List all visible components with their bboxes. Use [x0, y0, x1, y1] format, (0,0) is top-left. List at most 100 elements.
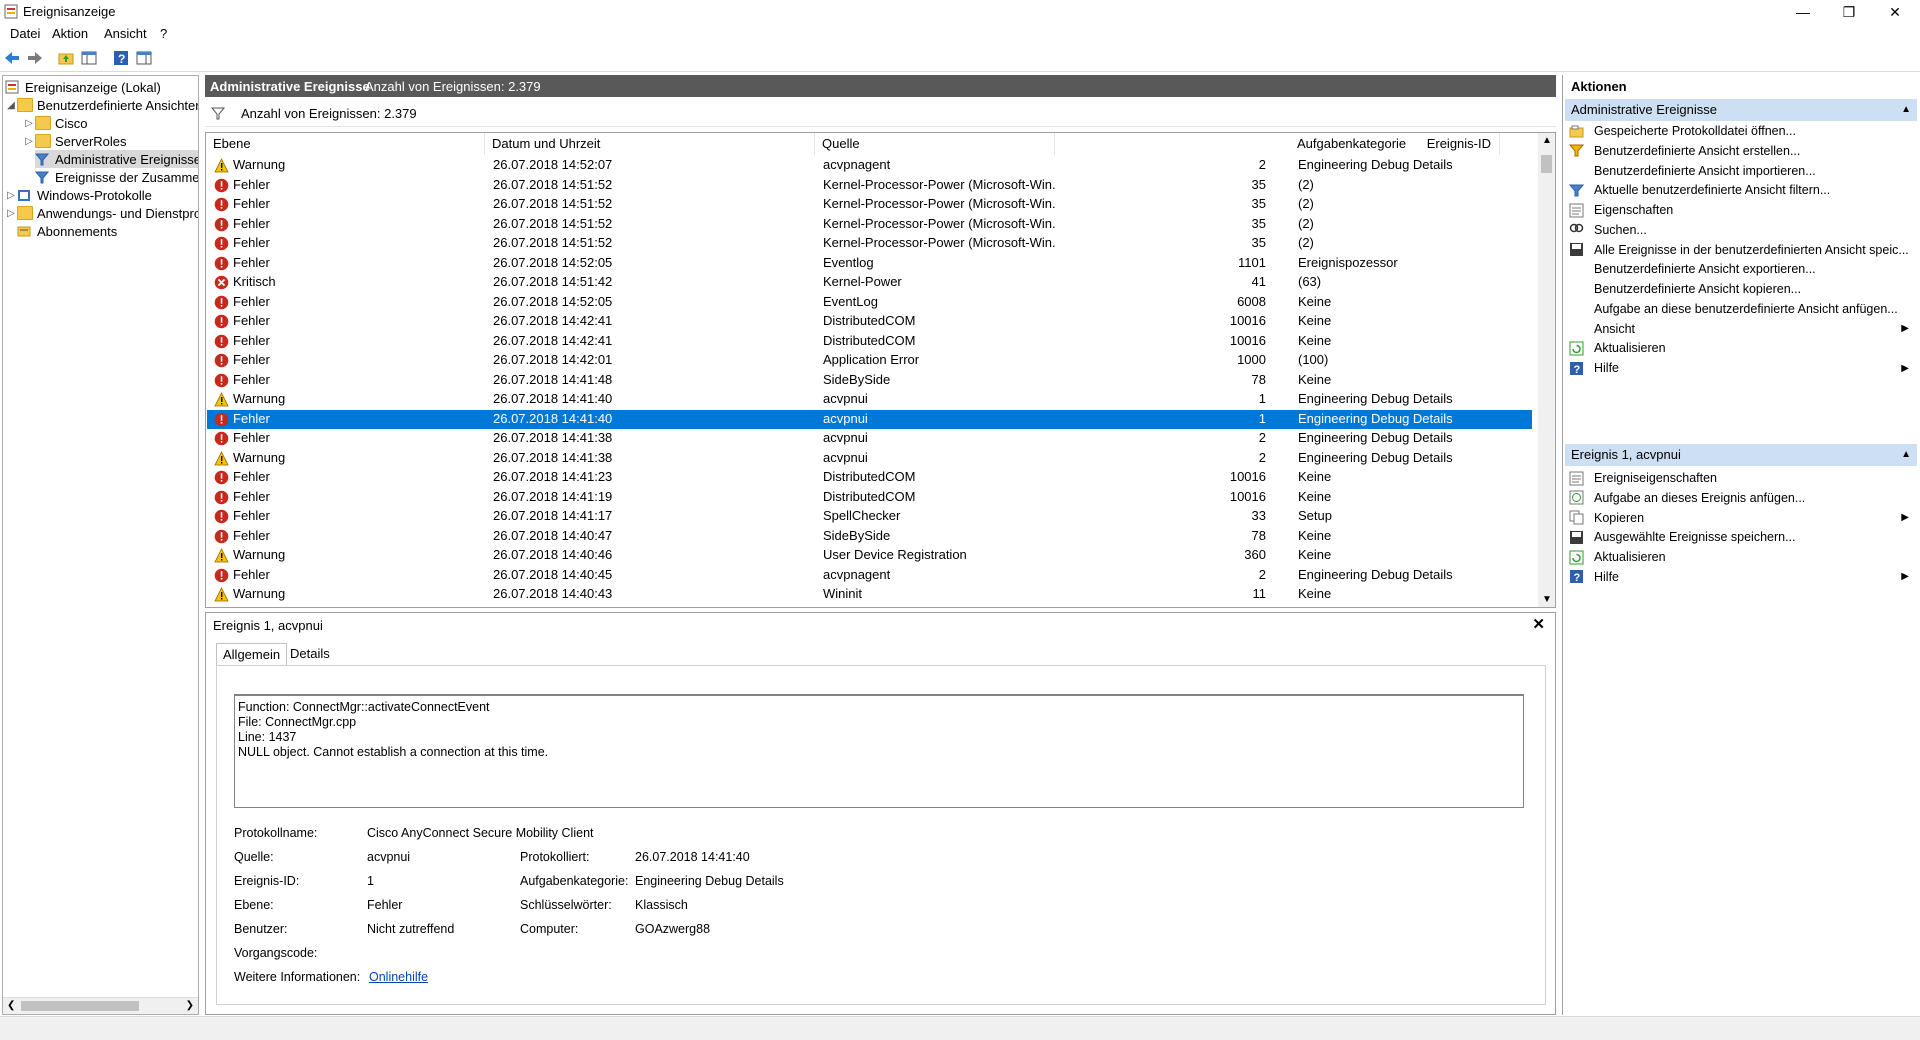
close-button[interactable]: ✕: [1872, 0, 1918, 24]
cell-level: Fehler: [233, 469, 270, 484]
online-help-link[interactable]: Onlinehilfe: [369, 970, 428, 984]
tree-summary[interactable]: Ereignisse der Zusammen: [34, 168, 198, 186]
action-kopieren[interactable]: Kopieren ▶: [1569, 508, 1915, 528]
scroll-down-icon[interactable]: ▼: [1542, 594, 1552, 605]
table-row[interactable]: Fehler 26.07.2018 14:42:41 DistributedCOM 1…: [207, 332, 1532, 351]
column-header-source[interactable]: Quelle: [815, 133, 1055, 155]
action-eigenschaften[interactable]: Eigenschaften: [1569, 200, 1915, 220]
chevron-right-icon[interactable]: ▷: [23, 118, 35, 129]
scroll-left-icon[interactable]: ❮: [7, 1000, 15, 1011]
table-row[interactable]: Warnung 26.07.2018 14:41:40 acvpnui 1 Engine…: [207, 390, 1532, 409]
table-row[interactable]: Fehler 26.07.2018 14:41:38 acvpnui 2 Enginee…: [207, 429, 1532, 448]
tree-serverroles[interactable]: ▷ ServerRoles: [23, 132, 126, 150]
back-icon[interactable]: [3, 49, 21, 67]
actions-section-event[interactable]: Ereignis 1, acvpnui ▲: [1565, 444, 1917, 466]
table-row[interactable]: Warnung 26.07.2018 14:52:07 acvpnagent 2 Eng…: [207, 156, 1532, 175]
action-aktualisieren[interactable]: Aktualisieren: [1569, 547, 1915, 567]
chevron-right-icon[interactable]: ▷: [5, 208, 17, 219]
table-row[interactable]: Fehler 26.07.2018 14:51:52 Kernel-Processo…: [207, 176, 1532, 195]
menu-datei[interactable]: Datei: [10, 26, 40, 41]
action-ansicht[interactable]: Ansicht ▶: [1569, 319, 1915, 339]
console-tree-icon[interactable]: [80, 49, 98, 67]
tab-details[interactable]: Details: [284, 643, 336, 665]
table-row[interactable]: Fehler 26.07.2018 14:40:47 SideBySide 78 Kei…: [207, 527, 1532, 546]
action-suchen[interactable]: Suchen...: [1569, 220, 1915, 240]
table-row[interactable]: Warnung 26.07.2018 14:40:46 User Device Re…: [207, 546, 1532, 565]
tree-admin-events[interactable]: Administrative Ereignisse: [34, 150, 198, 168]
table-row[interactable]: Warnung 26.07.2018 14:41:38 acvpnui 2 Engine…: [207, 449, 1532, 468]
table-row[interactable]: Fehler 26.07.2018 14:51:52 Kernel-Processo…: [207, 234, 1532, 253]
table-row[interactable]: Fehler 26.07.2018 14:41:40 acvpnui 1 Enginee…: [207, 409, 1532, 429]
column-header-category[interactable]: Aufgabenkategorie: [1290, 133, 1533, 155]
cell-category: Keine: [1298, 293, 1332, 309]
table-row[interactable]: Warnung 26.07.2018 14:40:43 Wininit 11 Keine: [207, 585, 1532, 604]
chevron-right-icon[interactable]: ▷: [23, 136, 35, 147]
cell-category: Engineering Debug Details: [1298, 566, 1453, 582]
chevron-up-icon[interactable]: ▲: [1901, 99, 1911, 121]
forward-icon[interactable]: [26, 49, 44, 67]
cell-date: 26.07.2018 14:40:46: [493, 547, 613, 562]
table-row[interactable]: Fehler 26.07.2018 14:41:48 SideBySide 78 Kei…: [207, 371, 1532, 390]
action-ereigniseigenschaften[interactable]: Ereigniseigenschaften: [1569, 468, 1915, 488]
tree-app-logs[interactable]: ▷ Anwendungs- und Dienstpro: [5, 204, 198, 222]
action-aktuelle-benutzerdefinierte-ansicht-filtern[interactable]: Aktuelle benutzerdefinierte Ansicht filt…: [1568, 180, 1915, 200]
message-line: Line: 1437: [238, 730, 297, 744]
chevron-down-icon[interactable]: ◢: [5, 100, 17, 111]
table-row[interactable]: Fehler 26.07.2018 14:51:52 Kernel-Processo…: [207, 195, 1532, 214]
scroll-right-icon[interactable]: ❯: [186, 1000, 194, 1011]
close-icon[interactable]: ✕: [1532, 615, 1545, 633]
table-row[interactable]: Fehler 26.07.2018 14:52:05 Eventlog 1101 Ere…: [207, 254, 1532, 273]
chevron-up-icon[interactable]: ▲: [1901, 444, 1911, 466]
column-header-level[interactable]: Ebene: [206, 133, 485, 155]
help-icon[interactable]: ?: [112, 49, 130, 67]
table-row[interactable]: Fehler 26.07.2018 14:42:01 Application Err…: [207, 351, 1532, 370]
table-row[interactable]: Fehler 26.07.2018 14:41:23 DistributedCOM 1…: [207, 468, 1532, 487]
menu-aktion[interactable]: Aktion: [52, 26, 88, 41]
up-folder-icon[interactable]: [57, 49, 75, 67]
scroll-up-icon[interactable]: ▲: [1542, 135, 1552, 146]
action-ausgewählte-ereignisse-speichern[interactable]: Ausgewählte Ereignisse speichern...: [1569, 527, 1915, 547]
action-label: Benutzerdefinierte Ansicht importieren..…: [1594, 163, 1816, 178]
column-header-date[interactable]: Datum und Uhrzeit: [485, 133, 815, 155]
table-row[interactable]: Fehler 26.07.2018 14:41:19 DistributedCOM 1…: [207, 488, 1532, 507]
table-row[interactable]: Fehler 26.07.2018 14:40:42 acvpnagent 2 Engi…: [207, 605, 1532, 608]
table-row[interactable]: Kritisch 26.07.2018 14:51:42 Kernel-Power 4…: [207, 273, 1532, 292]
tree-root[interactable]: Ereignisanzeige (Lokal): [5, 78, 161, 96]
scroll-thumb[interactable]: [21, 1001, 139, 1011]
menu-help[interactable]: ?: [160, 26, 167, 41]
action-hilfe[interactable]: ? Hilfe ▶: [1569, 567, 1915, 587]
cell-level: Fehler: [233, 508, 270, 523]
table-row[interactable]: Fehler 26.07.2018 14:42:41 DistributedCOM 1…: [207, 312, 1532, 331]
action-aufgabe-an-dieses-ereignis-anfügen[interactable]: Aufgabe an dieses Ereignis anfügen...: [1569, 488, 1915, 508]
events-vertical-scrollbar[interactable]: ▲ ▼: [1538, 133, 1555, 607]
tree-custom-views[interactable]: ◢ Benutzerdefinierte Ansichten: [5, 96, 198, 114]
tab-allgemein[interactable]: Allgemein: [216, 643, 288, 665]
table-row[interactable]: Fehler 26.07.2018 14:40:45 acvpnagent 2 Engi…: [207, 566, 1532, 585]
tree-cisco[interactable]: ▷ Cisco: [23, 114, 87, 132]
action-benutzerdefinierte-ansicht-erstellen[interactable]: Benutzerdefinierte Ansicht erstellen...: [1568, 141, 1915, 161]
tree-subscriptions[interactable]: Abonnements: [17, 222, 117, 240]
table-row[interactable]: Fehler 26.07.2018 14:41:17 SpellChecker 33 S…: [207, 507, 1532, 526]
action-benutzerdefinierte-ansicht-exportieren[interactable]: Benutzerdefinierte Ansicht exportieren..…: [1569, 259, 1915, 279]
menu-ansicht[interactable]: Ansicht: [104, 26, 147, 41]
action-aktualisieren[interactable]: Aktualisieren: [1569, 338, 1915, 358]
actions-section-view[interactable]: Administrative Ereignisse ▲: [1565, 99, 1917, 121]
event-message[interactable]: Function: ConnectMgr::activateConnectEve…: [234, 694, 1524, 808]
action-benutzerdefinierte-ansicht-kopieren[interactable]: Benutzerdefinierte Ansicht kopieren...: [1569, 279, 1915, 299]
restore-button[interactable]: ❐: [1826, 0, 1872, 24]
table-row[interactable]: Fehler 26.07.2018 14:52:05 EventLog 6008 Kei…: [207, 293, 1532, 312]
action-gespeicherte-protokolldatei-öffnen[interactable]: Gespeicherte Protokolldatei öffnen...: [1569, 121, 1915, 141]
action-aufgabe-an-diese-benutzerdefinierte-ansicht-anfügen[interactable]: Aufgabe an diese benutzerdefinierte Ansi…: [1569, 299, 1915, 319]
cell-date: 26.07.2018 14:42:41: [493, 313, 613, 328]
table-row[interactable]: Fehler 26.07.2018 14:51:52 Kernel-Processo…: [207, 215, 1532, 234]
minimize-button[interactable]: —: [1780, 0, 1826, 24]
chevron-right-icon[interactable]: ▷: [5, 190, 17, 201]
action-hilfe[interactable]: ? Hilfe ▶: [1569, 358, 1915, 378]
action-benutzerdefinierte-ansicht-importieren[interactable]: Benutzerdefinierte Ansicht importieren..…: [1569, 161, 1915, 181]
cell-category: Engineering Debug Details: [1298, 430, 1453, 445]
action-alle-ereignisse-in-der-benutzerdefinierten-ansicht-speic[interactable]: Alle Ereignisse in der benutzerdefiniert…: [1569, 240, 1915, 260]
tree-horizontal-scrollbar[interactable]: ❮ ❯: [3, 997, 198, 1014]
scroll-thumb[interactable]: [1541, 155, 1552, 173]
show-actions-icon[interactable]: [135, 49, 153, 67]
tree-windows-logs[interactable]: ▷ Windows-Protokolle: [5, 186, 152, 204]
